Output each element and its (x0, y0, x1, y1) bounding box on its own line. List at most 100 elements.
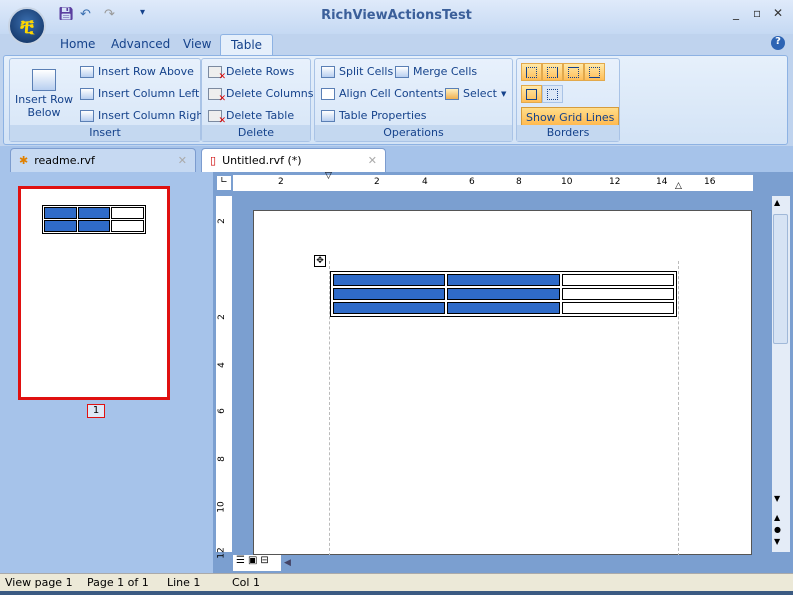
ruler-tick: 10 (216, 501, 227, 513)
status-line: Line 1 (167, 576, 201, 589)
table-row (333, 302, 674, 314)
insert-column-right-button[interactable]: Insert Column Right (80, 109, 208, 122)
group-delete: Delete Rows Delete Columns Delete Table … (201, 58, 314, 142)
border-buttons-row-2 (521, 85, 563, 103)
table-move-handle[interactable]: ✥ (314, 255, 326, 267)
group-label-operations: Operations (315, 125, 512, 141)
ruler-tick: 16 (704, 177, 716, 187)
scroll-left-icon[interactable]: ◀ (284, 558, 291, 568)
ruler-tick: 6 (469, 177, 475, 187)
split-cells-button[interactable]: Split Cells (321, 65, 393, 78)
vertical-scrollbar[interactable]: ▲ ▼ ▲ ● ▼ (772, 196, 790, 552)
select-icon (445, 87, 459, 100)
group-label-insert: Insert (10, 125, 200, 141)
status-view-page: View page 1 (5, 576, 73, 589)
ruler-tick: 8 (216, 456, 227, 462)
page-thumbnail[interactable] (18, 186, 170, 400)
close-tab-icon[interactable]: ✕ (368, 154, 377, 167)
customize-qat-icon[interactable]: ▾ (140, 7, 145, 18)
save-icon[interactable]: 💾︎ (58, 7, 75, 22)
close-tab-icon[interactable]: ✕ (178, 154, 187, 167)
tab-table[interactable]: Table (220, 34, 274, 56)
ruler-tick: 12 (216, 547, 227, 559)
window-title: RichViewActionsTest (321, 8, 472, 23)
vertical-ruler[interactable]: 2 2 4 6 8 10 12 (216, 196, 232, 559)
border-left-icon[interactable] (521, 63, 542, 81)
delete-table-button[interactable]: Delete Table (208, 109, 294, 126)
page-number-label: 1 (87, 404, 105, 418)
view-mode-buttons: ☰ ▣ ⊟ (233, 555, 281, 571)
doc-tab-untitled[interactable]: ▯ Untitled.rvf (*) ✕ (201, 148, 386, 172)
ruler-tick: 8 (516, 177, 522, 187)
border-right-icon[interactable] (542, 63, 563, 81)
minimize-button[interactable]: _ (733, 6, 739, 20)
table-cell[interactable] (447, 302, 560, 314)
delete-rows-button[interactable]: Delete Rows (208, 65, 294, 82)
app-menu-button[interactable]: ቺ (8, 7, 46, 45)
border-none-icon[interactable] (542, 85, 563, 103)
table-cell[interactable] (561, 274, 674, 286)
redo-icon[interactable]: ↷ (104, 7, 115, 22)
delete-table-icon (208, 109, 226, 126)
page-nav-icons[interactable]: ▲ ● ▼ (774, 512, 781, 548)
align-cell-icon (321, 87, 335, 100)
delete-columns-icon (208, 87, 226, 104)
table-cell[interactable] (447, 288, 560, 300)
tab-advanced[interactable]: Advanced (101, 34, 180, 56)
tab-home[interactable]: Home (50, 34, 105, 56)
border-bottom-icon[interactable] (584, 63, 605, 81)
normal-view-icon[interactable]: ☰ (236, 555, 245, 571)
scroll-thumb[interactable] (773, 214, 788, 344)
insert-row-above-button[interactable]: Insert Row Above (80, 65, 194, 78)
ruler-tick: 6 (216, 408, 227, 414)
table-cell[interactable] (333, 288, 446, 300)
scroll-down-icon[interactable]: ▼ (774, 494, 780, 503)
tab-view[interactable]: View (173, 34, 221, 56)
table-cell[interactable] (447, 274, 560, 286)
ribbon: Insert Row Below Insert Row Above Insert… (3, 55, 788, 145)
insert-column-left-button[interactable]: Insert Column Left (80, 87, 199, 100)
document-page[interactable]: ✥ (253, 210, 752, 561)
status-col: Col 1 (232, 576, 260, 589)
horizontal-ruler[interactable]: 2 2 4 6 8 10 12 14 16 ▽ △ (233, 171, 753, 191)
help-icon[interactable]: ? (771, 36, 785, 50)
delete-columns-button[interactable]: Delete Columns (208, 87, 314, 104)
insert-row-below-icon (32, 69, 56, 91)
ruler-tick: 14 (656, 177, 668, 187)
select-dropdown[interactable]: Select ▼ (445, 87, 506, 100)
split-cells-icon (321, 65, 335, 78)
table-properties-button[interactable]: Table Properties (321, 109, 427, 122)
document-table[interactable] (330, 271, 677, 317)
merge-cells-icon (395, 65, 409, 78)
ruler-tick: 12 (609, 177, 621, 187)
table-cell[interactable] (561, 288, 674, 300)
table-cell[interactable] (333, 302, 446, 314)
insert-row-below-button[interactable]: Insert Row Below (14, 69, 74, 119)
table-cell[interactable] (561, 302, 674, 314)
border-outside-icon[interactable] (521, 85, 542, 103)
ruler-tick: 4 (216, 362, 227, 368)
table-cell[interactable] (333, 274, 446, 286)
maximize-button[interactable]: ▫ (753, 6, 761, 20)
doc-tab-readme[interactable]: ✱ readme.rvf ✕ (10, 148, 196, 172)
ruler-tick: 10 (561, 177, 573, 187)
right-indent-marker[interactable]: △ (675, 181, 682, 191)
table-properties-icon (321, 109, 335, 122)
tab-stop-selector[interactable]: ∟ (216, 175, 232, 191)
horizontal-scrollbar[interactable]: ◀ (284, 555, 772, 571)
undo-icon[interactable]: ↶ (80, 7, 91, 22)
merge-cells-button[interactable]: Merge Cells (395, 65, 477, 78)
margin-guide (678, 261, 679, 561)
insert-column-left-icon (80, 87, 94, 100)
scroll-up-icon[interactable]: ▲ (774, 198, 780, 207)
border-top-icon[interactable] (563, 63, 584, 81)
close-button[interactable]: ✕ (773, 6, 783, 20)
web-view-icon[interactable]: ▣ (248, 555, 257, 571)
group-label-borders: Borders (517, 125, 619, 141)
status-page: Page 1 of 1 (87, 576, 149, 589)
indent-marker[interactable]: ▽ (325, 171, 332, 181)
page-view-icon[interactable]: ⊟ (260, 555, 268, 571)
align-cell-contents-dropdown[interactable]: Align Cell Contents▼ (321, 87, 453, 100)
border-buttons-row (521, 63, 605, 81)
show-grid-lines-button[interactable]: Show Grid Lines (521, 107, 620, 127)
